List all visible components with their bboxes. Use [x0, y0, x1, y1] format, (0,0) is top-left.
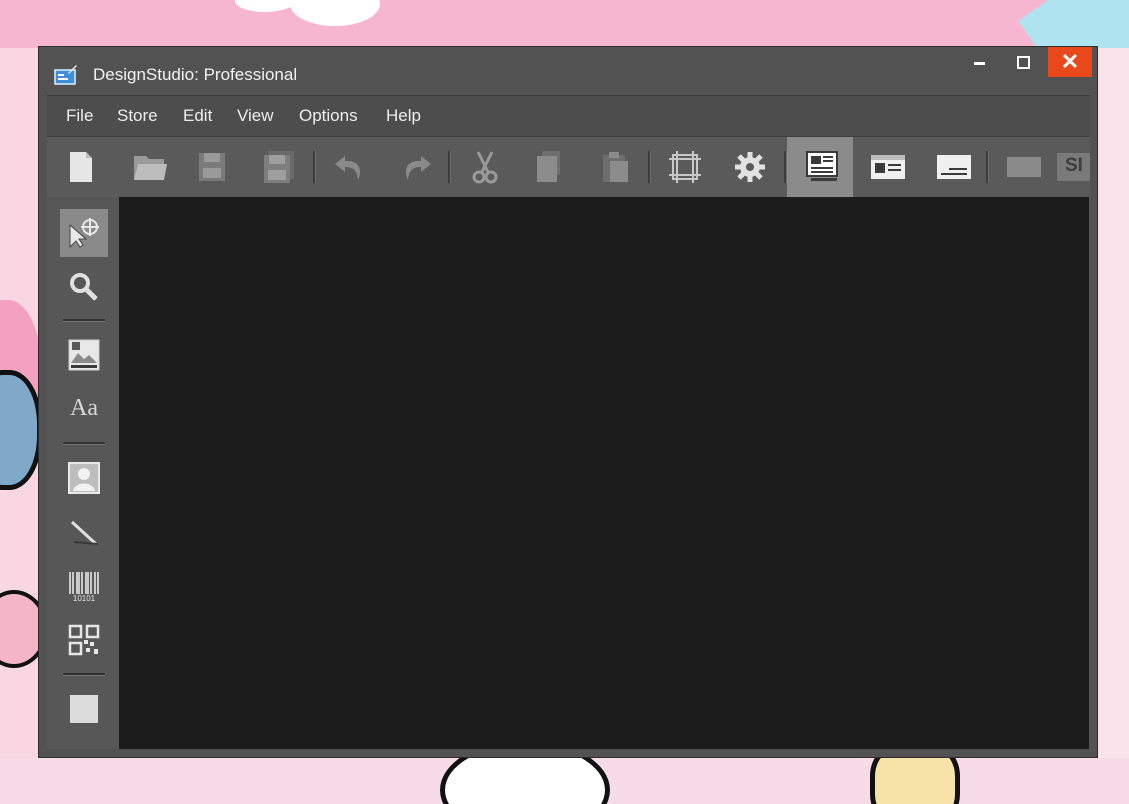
design-canvas[interactable]	[119, 197, 1089, 749]
menu-store[interactable]: Store	[117, 106, 158, 126]
rectangle-shape-icon	[70, 695, 98, 723]
line-tool-button[interactable]	[60, 508, 108, 556]
maximize-icon	[1017, 56, 1030, 69]
redo-button[interactable]	[383, 137, 447, 198]
undo-icon	[335, 156, 361, 180]
qr-code-icon	[68, 624, 100, 656]
close-button[interactable]: ✕	[1048, 47, 1092, 77]
zoom-magnifier-icon	[70, 273, 98, 301]
layout-view-3-button[interactable]	[919, 137, 983, 198]
menu-file[interactable]: File	[66, 106, 93, 126]
toolbar-separator	[448, 151, 451, 183]
redo-icon	[405, 156, 431, 180]
barcode-digits: 10101	[73, 594, 96, 602]
barcode-tool-button[interactable]: 10101	[60, 562, 108, 610]
app-window: DesignStudio: Professional ✕ File Store …	[38, 46, 1098, 758]
rectangle-tool-button[interactable]	[60, 685, 108, 733]
minimize-icon	[974, 62, 985, 65]
save-as-button[interactable]	[246, 137, 310, 198]
image-tool-button[interactable]	[60, 331, 108, 379]
menu-help[interactable]: Help	[386, 106, 421, 126]
open-folder-icon	[134, 156, 167, 180]
maximize-button[interactable]	[1001, 47, 1045, 77]
settings-gear-icon	[735, 152, 765, 182]
save-button[interactable]	[180, 137, 244, 198]
window-title: DesignStudio: Professional	[93, 65, 298, 84]
save-icon	[199, 153, 225, 181]
minimize-button[interactable]	[957, 47, 1001, 77]
layout-view-2-icon	[871, 155, 905, 179]
tools-separator	[63, 442, 105, 445]
tools-separator	[63, 673, 105, 676]
image-icon	[68, 339, 100, 371]
layout-view-3-icon	[937, 155, 971, 179]
barcode-icon: 10101	[69, 572, 99, 602]
grid-button[interactable]	[652, 137, 716, 198]
portrait-tool-button[interactable]	[60, 454, 108, 502]
layout-view-4-button[interactable]	[989, 137, 1053, 198]
qr-code-tool-button[interactable]	[60, 616, 108, 664]
toolbar-separator	[648, 151, 651, 183]
toolbar-separator	[313, 151, 316, 183]
menu-options[interactable]: Options	[299, 106, 358, 126]
clipped-toolbar-label: SI	[1065, 155, 1083, 176]
line-tool-icon	[70, 520, 99, 546]
cut-button[interactable]	[452, 137, 516, 198]
main-toolbar: SI	[47, 136, 1090, 198]
photo-portrait-icon	[68, 462, 100, 494]
menu-bar: File Store Edit View Options Help	[47, 95, 1090, 136]
menu-view[interactable]: View	[237, 106, 274, 126]
select-tool-button[interactable]	[60, 209, 108, 257]
title-bar[interactable]: DesignStudio: Professional ✕	[39, 47, 1097, 95]
open-button[interactable]	[114, 137, 178, 198]
copy-icon	[537, 151, 560, 182]
menu-edit[interactable]: Edit	[183, 106, 212, 126]
layout-view-2-button[interactable]	[853, 137, 917, 198]
settings-button[interactable]	[717, 137, 781, 198]
paste-button[interactable]	[582, 137, 646, 198]
text-tool-button[interactable]: Aa	[60, 385, 108, 433]
wallpaper-right-strip	[1098, 48, 1129, 804]
new-document-button[interactable]	[49, 137, 113, 198]
layout-view-4-icon	[1007, 157, 1041, 177]
paste-icon	[603, 152, 628, 182]
copy-button[interactable]	[516, 137, 580, 198]
grid-icon	[669, 151, 701, 183]
undo-button[interactable]	[317, 137, 381, 198]
layout-view-1-icon	[806, 151, 838, 181]
tools-separator	[63, 319, 105, 322]
cut-icon	[472, 151, 498, 184]
wallpaper-sky	[0, 0, 1129, 48]
tools-panel: Aa 10101	[47, 197, 119, 749]
text-tool-icon: Aa	[70, 395, 98, 421]
close-icon: ✕	[1060, 49, 1080, 74]
zoom-tool-button[interactable]	[60, 263, 108, 311]
app-logo-icon	[54, 64, 78, 86]
new-document-icon	[70, 152, 92, 182]
select-pointer-icon	[69, 218, 99, 249]
layout-view-1-button[interactable]	[787, 137, 853, 198]
save-as-icon	[264, 151, 294, 183]
